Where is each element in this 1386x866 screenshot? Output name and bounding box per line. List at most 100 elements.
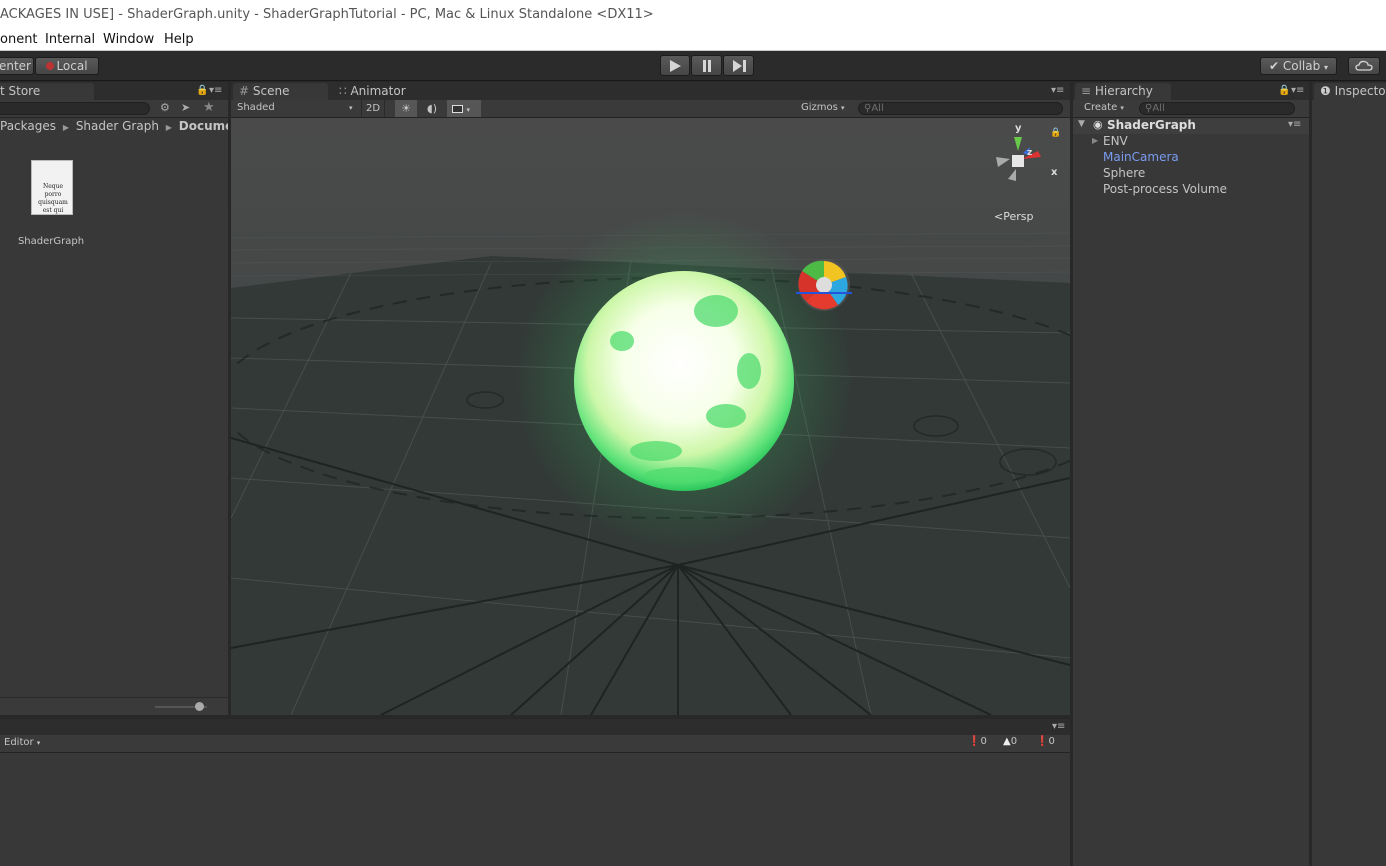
lock-icon[interactable]: 🔒 bbox=[1278, 85, 1290, 96]
tab-animator[interactable]: ∷ Animator bbox=[333, 83, 433, 100]
warning-count: 0 bbox=[1010, 736, 1018, 747]
step-button[interactable] bbox=[723, 55, 754, 76]
inspector-tab-strip: ❶ Inspector bbox=[1312, 82, 1386, 100]
project-tab-strip: t Store 🔒 ▾≡ bbox=[0, 82, 228, 100]
tab-asset-store-label: t Store bbox=[0, 84, 41, 98]
scene-root-row[interactable]: ▼ ◉ ShaderGraph ▾≡ bbox=[1073, 118, 1309, 134]
main-toolbar: enter Local ✔ Collab ▾ bbox=[0, 51, 1386, 81]
inspector-panel: ❶ Inspector bbox=[1312, 82, 1386, 866]
menu-window[interactable]: Window bbox=[103, 32, 154, 47]
hierarchy-item-sphere[interactable]: Sphere bbox=[1103, 166, 1145, 180]
cloud-icon bbox=[1355, 60, 1373, 71]
hierarchy-item-main-camera[interactable]: MainCamera bbox=[1103, 150, 1179, 164]
pause-button[interactable] bbox=[691, 55, 722, 76]
expand-arrow-icon[interactable]: ▶ bbox=[1092, 136, 1098, 145]
projection-toggle[interactable]: <Persp bbox=[994, 210, 1033, 223]
shading-mode-label: Shaded bbox=[237, 102, 275, 113]
warning-count-toggle[interactable]: ▲0 bbox=[1003, 736, 1017, 747]
panel-menu-icon[interactable]: ▾≡ bbox=[209, 85, 222, 96]
error-count-toggle[interactable]: ❗0 bbox=[968, 736, 987, 747]
lighting-toggle[interactable]: ☀ bbox=[395, 100, 417, 117]
tab-scene-label: Scene bbox=[252, 84, 290, 98]
tab-asset-store[interactable]: t Store bbox=[0, 83, 94, 100]
hierarchy-panel: ≡ Hierarchy 🔒 ▾≡ Create ▾ ⚲All ▼ ◉ Shade… bbox=[1073, 82, 1309, 866]
space-toggle[interactable]: Local bbox=[35, 57, 99, 75]
pivot-label: enter bbox=[0, 59, 31, 73]
toggle-2d-button[interactable]: 2D bbox=[361, 100, 385, 117]
tab-inspector[interactable]: ❶ Inspector bbox=[1314, 83, 1386, 100]
gizmo-x-label: x bbox=[1051, 167, 1058, 178]
panel-menu-icon[interactable]: ▾≡ bbox=[1051, 85, 1064, 96]
project-footer bbox=[0, 697, 228, 715]
glowing-sphere[interactable] bbox=[564, 261, 804, 501]
window-title: ACKAGES IN USE] - ShaderGraph.unity - Sh… bbox=[0, 7, 654, 22]
pause-icon bbox=[702, 60, 711, 72]
menu-help[interactable]: Help bbox=[164, 32, 194, 47]
info-icon: ❶ bbox=[1320, 84, 1331, 98]
effects-toggle[interactable]: ▾ bbox=[447, 100, 481, 117]
scene-root-label: ShaderGraph bbox=[1107, 118, 1196, 132]
toggle-2d-label: 2D bbox=[365, 103, 381, 114]
icon-size-slider[interactable] bbox=[155, 702, 207, 711]
error-count: 0 bbox=[980, 736, 987, 747]
tab-scene[interactable]: # Scene bbox=[233, 83, 328, 100]
project-search-input[interactable] bbox=[0, 102, 150, 115]
play-button[interactable] bbox=[660, 55, 690, 76]
hierarchy-item-env[interactable]: ENV bbox=[1103, 134, 1128, 148]
gizmo-lock-icon[interactable]: 🔒 bbox=[1050, 128, 1061, 138]
pivot-toggle[interactable]: enter bbox=[0, 57, 34, 75]
tab-hierarchy-label: Hierarchy bbox=[1094, 84, 1153, 98]
audio-toggle[interactable]: ◖) bbox=[421, 100, 443, 117]
expand-arrow-icon[interactable]: ▼ bbox=[1078, 119, 1085, 129]
editor-dropdown[interactable]: Editor ▾ bbox=[4, 737, 40, 748]
panel-menu-icon[interactable]: ▾≡ bbox=[1052, 721, 1065, 732]
log-count-toggle[interactable]: ❗0 bbox=[1036, 736, 1055, 747]
gizmos-dropdown[interactable]: Gizmos ▾ bbox=[801, 102, 845, 113]
breadcrumb-packages[interactable]: Packages bbox=[0, 119, 56, 133]
local-icon bbox=[46, 62, 55, 70]
slider-handle[interactable] bbox=[195, 702, 204, 711]
scene-menu-icon[interactable]: ▾≡ bbox=[1288, 119, 1301, 130]
filter-type-icon[interactable]: ⚙ bbox=[160, 101, 170, 114]
play-icon bbox=[670, 60, 681, 72]
panel-menu-icon[interactable]: ▾≡ bbox=[1291, 85, 1304, 96]
collab-label: Collab bbox=[1282, 59, 1321, 73]
chevron-down-icon: ▾ bbox=[841, 104, 845, 112]
breadcrumb-arrow-icon: ▶ bbox=[62, 123, 69, 132]
chevron-down-icon: ▾ bbox=[1120, 104, 1124, 112]
error-icon: ❗ bbox=[968, 736, 981, 747]
scene-search-input[interactable]: ⚲All bbox=[858, 102, 1063, 115]
project-search-bar: ⚙ ➤ ★ bbox=[0, 100, 228, 118]
asset-item[interactable]: Neque porro quisquam est qui dolorem. Sh… bbox=[12, 158, 92, 248]
menu-component[interactable]: onent bbox=[0, 32, 38, 47]
asset-name: ShaderGraph bbox=[17, 236, 85, 247]
menu-internal[interactable]: Internal bbox=[45, 32, 95, 47]
orientation-gizmo[interactable]: y z x 🔒 bbox=[986, 123, 1066, 203]
collab-button[interactable]: ✔ Collab ▾ bbox=[1260, 57, 1337, 75]
console-toolbar: Editor ▾ ❗0 ▲0 ❗0 bbox=[0, 735, 1070, 753]
chevron-down-icon: ▾ bbox=[466, 106, 471, 114]
create-dropdown[interactable]: Create ▾ bbox=[1084, 102, 1124, 113]
scene-search-placeholder: All bbox=[871, 103, 884, 114]
breadcrumb-shader-graph[interactable]: Shader Graph bbox=[76, 119, 159, 133]
shading-mode-dropdown[interactable]: Shaded ▾ bbox=[237, 102, 355, 113]
breadcrumb-documentation[interactable]: Documer bbox=[179, 119, 228, 133]
hierarchy-item-post-process-volume[interactable]: Post-process Volume bbox=[1103, 182, 1227, 196]
filter-label-icon[interactable]: ➤ bbox=[181, 101, 190, 114]
hierarchy-search-input[interactable]: ⚲All bbox=[1139, 102, 1295, 115]
persp-label: Persp bbox=[1003, 210, 1034, 223]
lock-icon[interactable]: 🔒 bbox=[196, 85, 208, 96]
scene-viewport[interactable]: y z x 🔒 <Persp bbox=[231, 118, 1070, 715]
favorite-star-icon[interactable]: ★ bbox=[203, 100, 215, 115]
chevron-down-icon: ▾ bbox=[349, 104, 353, 112]
window-title-bar: ACKAGES IN USE] - ShaderGraph.unity - Sh… bbox=[0, 0, 1386, 30]
hierarchy-search-placeholder: All bbox=[1152, 103, 1165, 114]
cloud-button[interactable] bbox=[1348, 57, 1380, 75]
editor-label: Editor bbox=[4, 737, 34, 748]
chevron-down-icon: ▾ bbox=[36, 739, 41, 747]
tab-hierarchy[interactable]: ≡ Hierarchy bbox=[1075, 83, 1171, 100]
console-tab-strip: ▾≡ bbox=[0, 719, 1070, 735]
speaker-icon: ◖) bbox=[426, 102, 438, 115]
warning-icon: ▲ bbox=[1003, 736, 1011, 747]
camera-gizmo-icon[interactable] bbox=[796, 257, 852, 313]
